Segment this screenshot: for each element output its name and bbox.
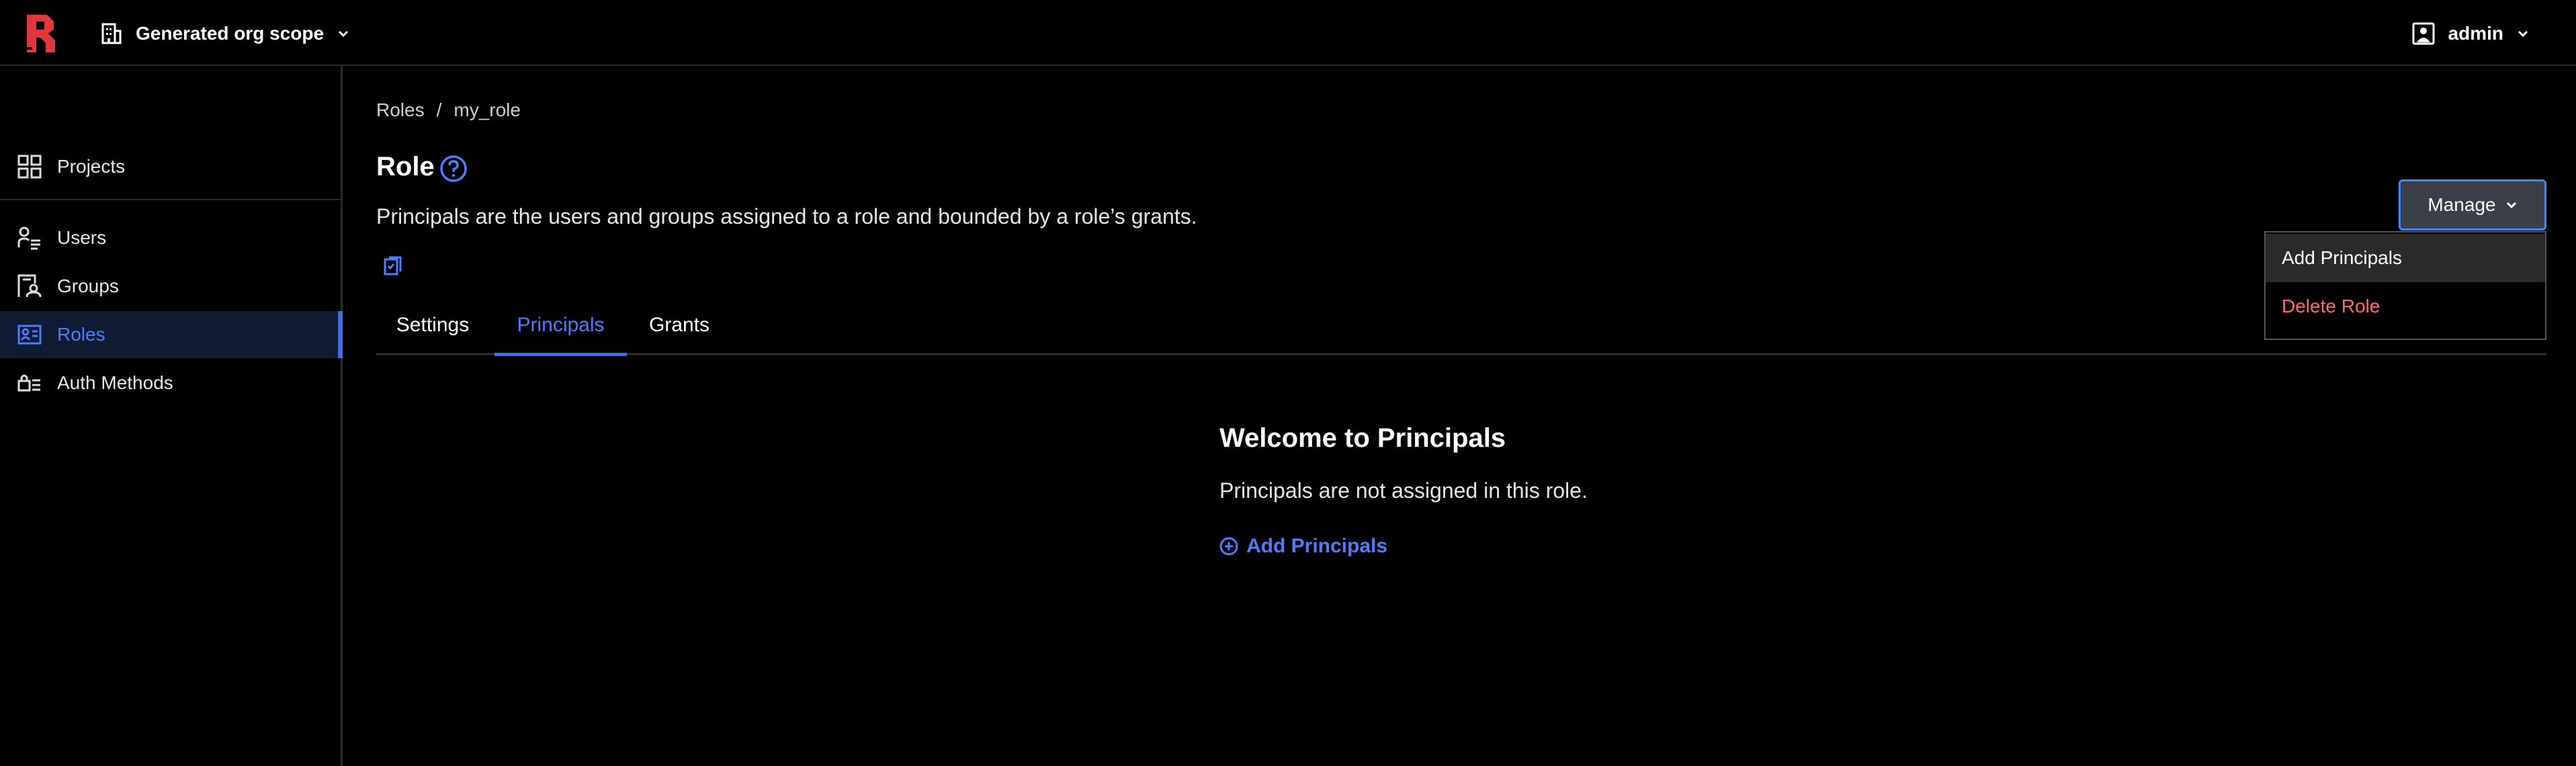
empty-state: Welcome to Principals Principals are not… [1219,423,1588,557]
tab-principals[interactable]: Principals [495,296,627,356]
breadcrumb-separator: / [436,99,442,120]
groups-icon [17,274,42,298]
chevron-down-icon [2506,202,2516,209]
menu-item-add-principals[interactable]: Add Principals [2266,234,2545,282]
sidebar-item-auth-methods[interactable]: Auth Methods [0,359,341,407]
breadcrumb-current: my_role [454,99,521,120]
tab-bar: Settings Principals Grants [376,296,2546,356]
sidebar-divider [0,199,343,200]
sidebar-item-label: Auth Methods [57,372,173,393]
users-icon [17,226,40,250]
empty-state-title: Welcome to Principals [1219,423,1506,453]
breadcrumb: Roles / my_role [376,99,521,121]
sidebar-item-groups[interactable]: Groups [0,263,341,310]
plus-circle-icon [1219,537,1238,556]
manage-dropdown-menu: Add Principals Delete Role [2264,231,2546,340]
sidebar-item-label: Roles [57,324,105,345]
tab-grants[interactable]: Grants [636,296,723,355]
sidebar-item-label: Groups [57,275,119,296]
help-icon[interactable] [439,155,468,183]
breadcrumb-roles-link[interactable]: Roles [376,99,425,121]
roles-icon [17,325,42,345]
org-scope-switcher[interactable]: Generated org scope [101,19,349,48]
sidebar-item-label: Projects [57,156,126,177]
user-avatar-icon [2412,22,2435,45]
add-principals-label: Add Principals [1246,535,1388,557]
manage-button-label: Manage [2428,194,2496,215]
chevron-down-icon [339,30,349,38]
user-menu[interactable]: admin [2412,19,2529,48]
sidebar-item-users[interactable]: Users [0,214,341,261]
sidebar-item-label: Users [57,227,107,248]
menu-item-delete-role[interactable]: Delete Role [2266,282,2545,331]
sidebar-item-roles[interactable]: Roles [0,311,343,358]
page-description: Principals are the users and groups assi… [376,204,1197,228]
building-icon [101,23,122,44]
chevron-down-icon [2518,30,2528,38]
grid-icon [17,155,42,179]
manage-button[interactable]: Manage [2399,179,2546,230]
page-title: Role [376,152,435,181]
boundary-logo-icon[interactable] [24,13,59,54]
top-bar: Generated org scope admin [0,0,2576,66]
add-principals-link[interactable]: Add Principals [1219,535,1387,558]
copy-icon[interactable] [383,255,403,277]
tab-settings[interactable]: Settings [376,296,489,355]
auth-methods-icon [17,374,40,392]
sidebar-item-projects[interactable]: Projects [0,143,341,190]
sidebar: Projects Users Groups Roles Auth Methods [0,66,343,766]
user-label: admin [2448,23,2503,44]
empty-state-message: Principals are not assigned in this role… [1219,478,1588,503]
org-scope-label: Generated org scope [136,23,325,44]
